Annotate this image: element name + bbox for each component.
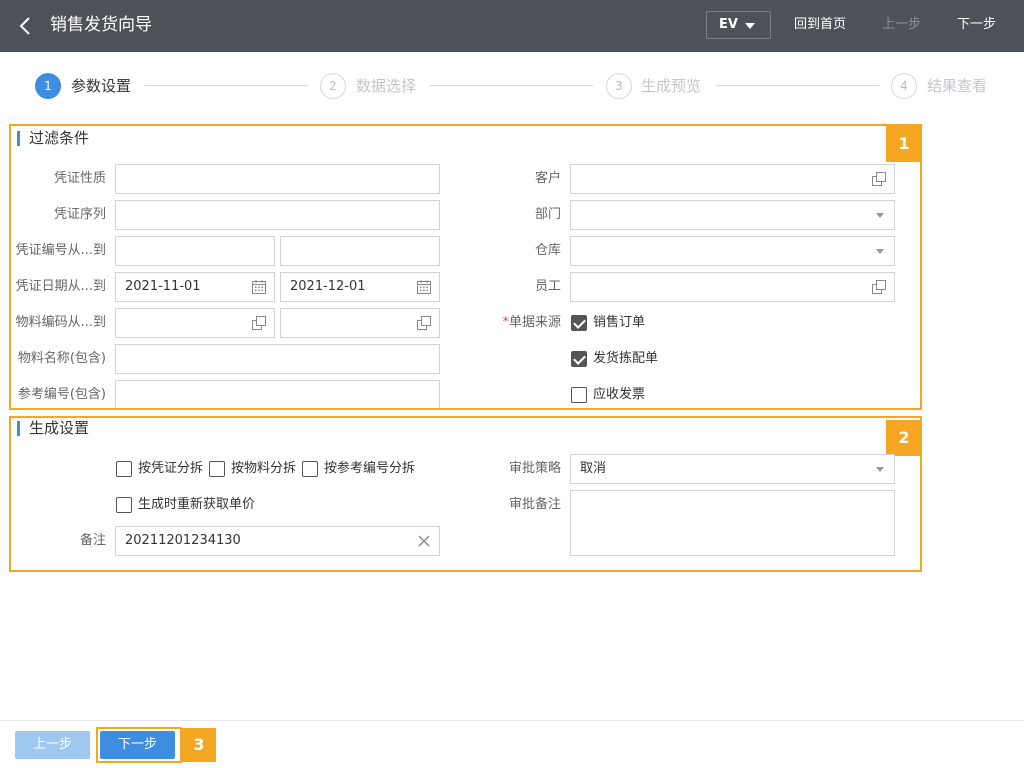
remark-label: 备注 [79, 533, 106, 548]
voucher-date-range-label: 凭证日期从...到 [15, 279, 106, 294]
remark-value: 20211201234130 [125, 533, 241, 548]
warehouse-select[interactable] [570, 236, 895, 266]
voucher-no-range-label: 凭证编号从...到 [15, 243, 106, 258]
employee-input[interactable] [570, 272, 895, 302]
lookup-icon[interactable] [416, 315, 432, 331]
next-step-button[interactable]: 下一步 [100, 731, 175, 759]
customer-label: 客户 [534, 171, 561, 186]
employee-label: 员工 [534, 279, 561, 294]
voucher-seq-label: 凭证序列 [53, 207, 106, 222]
step-4-number: 4 [891, 73, 917, 99]
voucher-no-from-input[interactable] [115, 236, 275, 266]
dropdown-arrow-icon [876, 467, 884, 472]
approval-note-textarea[interactable] [570, 490, 895, 556]
header-prev-step-link[interactable]: 上一步 [882, 15, 921, 35]
calendar-icon[interactable] [251, 279, 267, 295]
source-pick-list-checkbox[interactable] [571, 351, 587, 367]
page-title: 销售发货向导 [50, 15, 152, 35]
step-connector [716, 85, 879, 86]
split-by-voucher-label: 按凭证分拆 [138, 461, 204, 476]
home-link[interactable]: 回到首页 [794, 15, 846, 35]
caret-down-icon [745, 23, 755, 29]
split-by-voucher-checkbox[interactable] [116, 461, 132, 477]
date-to-value: 2021-12-01 [290, 279, 366, 294]
ref-no-label: 参考编号(包含) [17, 387, 106, 402]
voucher-no-to-input[interactable] [280, 236, 440, 266]
voucher-seq-input[interactable] [115, 200, 440, 230]
step-1-number: 1 [35, 73, 61, 99]
approval-policy-label: 审批策略 [508, 461, 561, 476]
lookup-icon[interactable] [871, 171, 887, 187]
source-label-text: 单据来源 [508, 315, 561, 330]
step-connector [430, 85, 593, 86]
voucher-type-label: 凭证性质 [53, 171, 106, 186]
source-pick-list-label: 发货拣配单 [593, 351, 659, 366]
clear-icon[interactable] [416, 533, 432, 549]
step-3-number: 3 [606, 73, 632, 99]
item-name-input[interactable] [115, 344, 440, 374]
split-by-ref-label: 按参考编号分拆 [324, 461, 416, 476]
ref-no-input[interactable] [115, 380, 440, 408]
generate-section-title: 生成设置 [17, 418, 89, 438]
approval-policy-select[interactable]: 取消 [570, 454, 895, 484]
split-by-item-label: 按物料分拆 [231, 461, 297, 476]
step-2-label: 数据选择 [356, 77, 417, 95]
date-from-input[interactable]: 2021-11-01 [115, 272, 275, 302]
source-sales-order-label: 销售订单 [593, 315, 646, 330]
item-code-from-input[interactable] [115, 308, 275, 338]
source-ar-invoice-checkbox[interactable] [571, 387, 587, 403]
item-name-label: 物料名称(包含) [17, 351, 106, 366]
remark-input[interactable]: 20211201234130 [115, 526, 440, 556]
item-code-range-label: 物料编码从...到 [15, 315, 106, 330]
approval-policy-value: 取消 [580, 461, 607, 476]
prev-step-button[interactable]: 上一步 [15, 731, 90, 759]
approval-note-label: 审批备注 [508, 497, 561, 512]
back-icon[interactable] [14, 14, 38, 38]
step-3-label: 生成预览 [641, 77, 702, 95]
step-1-label: 参数设置 [71, 77, 132, 95]
footer-bar: 上一步 下一步 3 [0, 720, 1024, 768]
department-select[interactable] [570, 200, 895, 230]
step-2-number: 2 [320, 73, 346, 99]
calendar-icon[interactable] [416, 279, 432, 295]
split-by-ref-checkbox[interactable] [302, 461, 318, 477]
filter-section-title: 过滤条件 [17, 128, 89, 148]
reprice-label: 生成时重新获取单价 [138, 497, 256, 512]
ev-dropdown-button[interactable]: EV [706, 11, 771, 39]
source-ar-invoice-label: 应收发票 [593, 387, 646, 402]
dropdown-arrow-icon [876, 249, 884, 254]
date-from-value: 2021-11-01 [125, 279, 201, 294]
lookup-icon[interactable] [251, 315, 267, 331]
section-badge-1: 1 [886, 126, 922, 162]
date-to-input[interactable]: 2021-12-01 [280, 272, 440, 302]
ev-label: EV [719, 17, 738, 32]
customer-input[interactable] [570, 164, 895, 194]
lookup-icon[interactable] [871, 279, 887, 295]
voucher-type-input[interactable] [115, 164, 440, 194]
source-sales-order-checkbox[interactable] [571, 315, 587, 331]
step-connector [145, 85, 308, 86]
section-badge-2: 2 [886, 420, 922, 456]
app-header: 销售发货向导 EV 回到首页 上一步 下一步 [0, 0, 1024, 52]
section-badge-3: 3 [182, 728, 216, 762]
header-next-step-link[interactable]: 下一步 [957, 15, 996, 35]
split-by-item-checkbox[interactable] [209, 461, 225, 477]
item-code-to-input[interactable] [280, 308, 440, 338]
reprice-checkbox[interactable] [116, 497, 132, 513]
step-4-label: 结果查看 [927, 77, 988, 95]
department-label: 部门 [534, 207, 561, 222]
source-label: *单据来源 [470, 313, 561, 333]
dropdown-arrow-icon [876, 213, 884, 218]
warehouse-label: 仓库 [534, 243, 561, 258]
